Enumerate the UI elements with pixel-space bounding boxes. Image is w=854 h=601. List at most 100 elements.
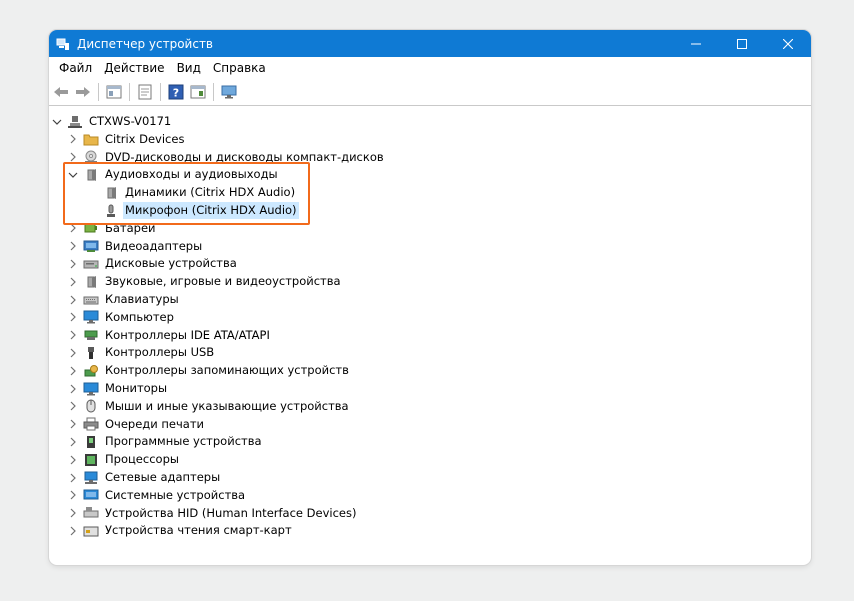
chevron-down-icon[interactable]: [51, 116, 63, 128]
menu-bar: Файл Действие Вид Справка: [49, 57, 811, 79]
tree-item-storage-controllers[interactable]: Контроллеры запоминающих устройств: [67, 362, 351, 379]
window-title: Диспетчер устройств: [77, 36, 214, 51]
tree-item-software-devices[interactable]: Программные устройства: [67, 433, 264, 450]
network-adapter-icon: [83, 471, 99, 485]
chevron-right-icon[interactable]: [67, 276, 79, 288]
chevron-right-icon[interactable]: [67, 311, 79, 323]
toolbar: ?: [49, 79, 811, 106]
tree-item-label: Процессоры: [105, 452, 179, 467]
chevron-right-icon[interactable]: [67, 383, 79, 395]
chevron-right-icon[interactable]: [67, 294, 79, 306]
smartcard-icon: [83, 524, 99, 538]
chevron-right-icon[interactable]: [67, 418, 79, 430]
usb-icon: [83, 346, 99, 360]
tree-root-label: CTXWS-V0171: [89, 114, 172, 128]
toolbar-separator: [213, 83, 214, 101]
tree-item-disk-drives[interactable]: Дисковые устройства: [67, 255, 239, 272]
tree-item-citrix-devices[interactable]: Citrix Devices: [67, 131, 186, 148]
close-button[interactable]: [765, 30, 811, 57]
computer-icon: [67, 115, 83, 129]
tree-item-print-queues[interactable]: Очереди печати: [67, 416, 206, 433]
title-bar[interactable]: Диспетчер устройств: [49, 30, 811, 57]
tree-item-keyboards[interactable]: Клавиатуры: [67, 291, 181, 308]
chevron-right-icon[interactable]: [67, 133, 79, 145]
monitor-icon: [83, 382, 99, 396]
chevron-right-icon[interactable]: [67, 507, 79, 519]
chevron-right-icon[interactable]: [67, 347, 79, 359]
tree-item-label: Контроллеры IDE ATA/ATAPI: [105, 327, 270, 342]
tree-item-display-adapters[interactable]: Видеоадаптеры: [67, 238, 204, 255]
tree-item-system-devices[interactable]: Системные устройства: [67, 487, 247, 504]
toolbar-separator: [98, 83, 99, 101]
ide-controller-icon: [83, 328, 99, 342]
tree-item-ide-controllers[interactable]: Контроллеры IDE ATA/ATAPI: [67, 327, 272, 344]
maximize-button[interactable]: [719, 30, 765, 57]
chevron-right-icon[interactable]: [67, 240, 79, 252]
tree-item-label: Видеоадаптеры: [105, 238, 203, 253]
tree-item-label: Контроллеры USB: [105, 345, 215, 360]
mouse-icon: [83, 399, 99, 413]
disk-icon: [83, 257, 99, 271]
tree-item-sound-devices[interactable]: Звуковые, игровые и видеоустройства: [67, 273, 343, 290]
device-manager-icon: [55, 36, 71, 52]
tree-item-smartcard-readers[interactable]: Устройства чтения смарт-карт: [67, 522, 294, 539]
chevron-right-icon[interactable]: [67, 436, 79, 448]
menu-view[interactable]: Вид: [171, 61, 207, 75]
chevron-right-icon[interactable]: [67, 400, 79, 412]
tree-item-label: Мониторы: [105, 381, 168, 395]
system-device-icon: [83, 488, 99, 502]
display-adapter-icon: [83, 239, 99, 253]
tree-item-label: Компьютер: [105, 309, 174, 324]
storage-controller-icon: [83, 364, 99, 378]
view-icon[interactable]: [188, 82, 208, 102]
menu-action[interactable]: Действие: [98, 61, 170, 75]
monitor-scan-icon[interactable]: [219, 82, 239, 102]
device-manager-window: Диспетчер устройств Файл Действие Вид Сп…: [49, 30, 811, 565]
monitor-icon: [83, 310, 99, 324]
audio-highlight-box: [63, 162, 310, 225]
svg-text:?: ?: [173, 87, 179, 100]
tree-root[interactable]: CTXWS-V0171: [49, 113, 173, 130]
menu-file[interactable]: Файл: [53, 61, 98, 75]
properties-icon[interactable]: [104, 82, 124, 102]
tree-item-label: Устройства чтения смарт-карт: [105, 523, 292, 538]
chevron-right-icon[interactable]: [67, 329, 79, 341]
tree-item-computer[interactable]: Компьютер: [67, 309, 176, 326]
help-icon[interactable]: ?: [166, 82, 186, 102]
hid-icon: [83, 506, 99, 520]
folder-icon: [83, 132, 99, 146]
minimize-button[interactable]: [673, 30, 719, 57]
tree-item-label: Мыши и иные указывающие устройства: [105, 398, 349, 413]
chevron-right-icon[interactable]: [67, 258, 79, 270]
tree-item-label: Программные устройства: [105, 434, 262, 449]
update-driver-icon[interactable]: [135, 82, 155, 102]
toolbar-separator: [160, 83, 161, 101]
printer-icon: [83, 417, 99, 431]
speaker-icon: [83, 275, 99, 289]
processor-icon: [83, 453, 99, 467]
keyboard-icon: [83, 293, 99, 307]
tree-item-processors[interactable]: Процессоры: [67, 451, 181, 468]
tree-item-hid[interactable]: Устройства HID (Human Interface Devices): [67, 505, 358, 522]
tree-item-label: Очереди печати: [105, 416, 204, 431]
tree-item-network-adapters[interactable]: Сетевые адаптеры: [67, 469, 222, 486]
tree-item-mice[interactable]: Мыши и иные указывающие устройства: [67, 398, 351, 415]
tree-item-label: Контроллеры запоминающих устройств: [105, 363, 349, 378]
tree-item-label: Устройства HID (Human Interface Devices): [105, 505, 357, 520]
chevron-right-icon[interactable]: [67, 454, 79, 466]
tree-item-label: Системные устройства: [105, 487, 246, 502]
software-device-icon: [83, 435, 99, 449]
chevron-right-icon[interactable]: [67, 365, 79, 377]
chevron-right-icon[interactable]: [67, 472, 79, 484]
chevron-right-icon[interactable]: [67, 525, 79, 537]
toolbar-separator: [129, 83, 130, 101]
forward-arrow-icon[interactable]: [73, 82, 93, 102]
back-arrow-icon[interactable]: [51, 82, 71, 102]
tree-item-usb-controllers[interactable]: Контроллеры USB: [67, 344, 216, 361]
chevron-right-icon[interactable]: [67, 489, 79, 501]
menu-help[interactable]: Справка: [207, 61, 272, 75]
tree-item-monitors[interactable]: Мониторы: [67, 380, 169, 397]
tree-item-label: Дисковые устройства: [105, 256, 237, 271]
tree-item-label: Клавиатуры: [105, 292, 179, 306]
tree-item-label: Звуковые, игровые и видеоустройства: [105, 274, 341, 289]
